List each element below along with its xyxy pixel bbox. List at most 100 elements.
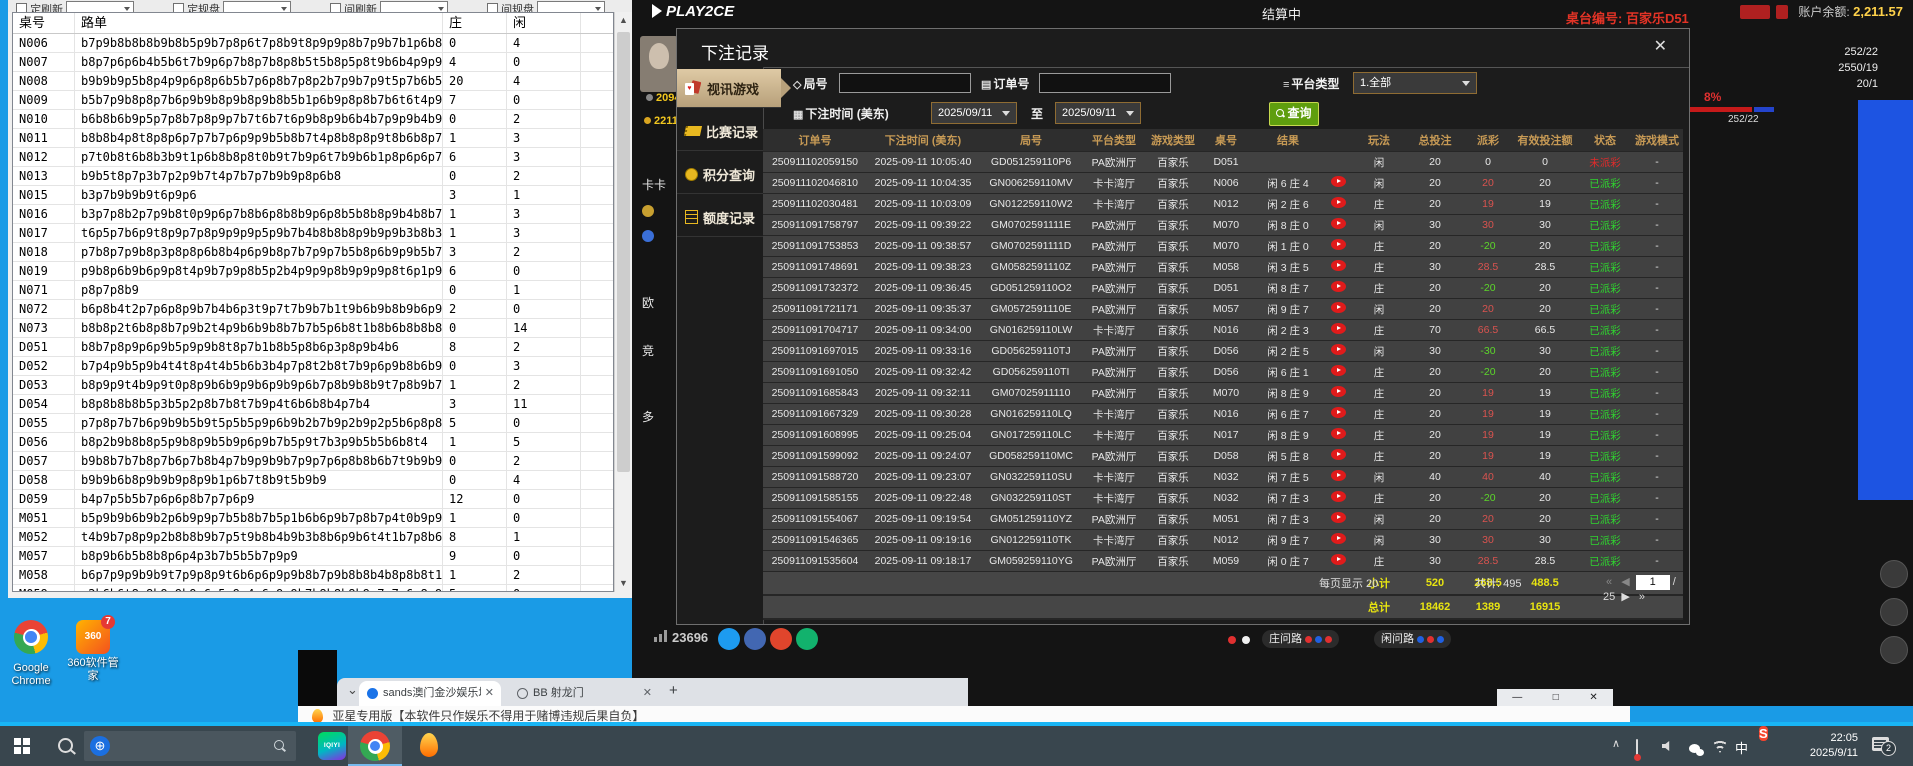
bet-record-row[interactable]: 250911091667329 2025-09-11 09:30:28 GN01… [763,404,1683,425]
road-row[interactable]: N072 b6p8b4t2p7p6p8p9b7b4b6p3t9p7t7b9b7b… [13,300,613,319]
road-row[interactable]: N017 t6p5p7b6p9t8p9p7p8p9p9p9p5p9b7b4b8b… [13,224,613,243]
replay-icon[interactable] [1331,428,1346,439]
taskbar-search-box[interactable]: ⊕ [84,731,296,761]
replay-icon[interactable] [1331,491,1346,502]
bet-record-row[interactable]: 250911091704717 2025-09-11 09:34:00 GN01… [763,320,1683,341]
dropdown[interactable] [537,1,605,12]
replay-icon[interactable] [1331,554,1346,565]
taskbar-flame-app[interactable] [402,726,456,766]
close-tab-icon[interactable]: ✕ [643,681,652,706]
bet-record-row[interactable]: 250911091748691 2025-09-11 09:38:23 GM05… [763,257,1683,278]
road-row[interactable]: D057 b9b8b7b7b8p7b6p7b8b4p7b9p9b9b7p9p7p… [13,452,613,471]
road-row[interactable]: D052 b7p4p9b5p9b4t4t8p4t4b5b6b3b4p7p8t2b… [13,357,613,376]
bet-record-row[interactable]: 250911091535604 2025-09-11 09:18:17 GM05… [763,551,1683,572]
replay-icon[interactable] [1331,176,1346,187]
road-row[interactable]: N073 b8b8p2t6b8p8b7p9b2t4p9b6b9b8b7b7b5p… [13,319,613,338]
replay-icon[interactable] [1331,281,1346,292]
bet-record-row[interactable]: 250911102030481 2025-09-11 10:03:09 GN01… [763,194,1683,215]
bet-record-row[interactable]: 250911091588720 2025-09-11 09:23:07 GN03… [763,467,1683,488]
next-page-button[interactable]: ▶ [1621,591,1629,603]
lobby-menu-item[interactable]: 竞 [642,342,676,359]
replay-icon[interactable] [1331,302,1346,313]
lobby-menu-item[interactable]: 卡卡 [642,176,676,193]
road-row[interactable]: D055 p7p8p7b7b6p9b9b5b9t5p5b5p9p6b9b2b7b… [13,414,613,433]
road-row[interactable]: N018 p7b8p7p9b8p3p8p8p6b8b4p6p9b8p7b7p9p… [13,243,613,262]
close-tab-icon[interactable]: ✕ [485,681,494,706]
bet-record-row[interactable]: 250911091554067 2025-09-11 09:19:54 GM05… [763,509,1683,530]
replay-icon[interactable] [1331,239,1346,250]
bet-record-row[interactable]: 250911091546365 2025-09-11 09:19:16 GN01… [763,530,1683,551]
side-tool-icon[interactable] [1880,598,1908,626]
checkbox[interactable] [487,3,498,12]
start-button[interactable] [14,738,30,754]
menu-icon[interactable] [642,230,654,242]
replay-icon[interactable] [1331,512,1346,523]
trophy-icon[interactable] [642,205,654,217]
bet-record-row[interactable]: 250911102046810 2025-09-11 10:04:35 GN00… [763,173,1683,194]
toolbar-group[interactable]: 定规盘 [173,1,291,12]
bet-record-row[interactable]: 250911091753853 2025-09-11 09:38:57 GM07… [763,236,1683,257]
date-to-select[interactable]: 2025/09/11 [1055,102,1141,124]
road-row[interactable]: M057 b8p9b6b5b8b8p6p4p3b7b5b5b7p9p9 9 0 [13,547,613,566]
replay-icon[interactable] [1331,386,1346,397]
replay-icon[interactable] [1331,470,1346,481]
search-button[interactable]: 查询 [1269,102,1319,126]
prev-page-button[interactable]: ◀ [1621,576,1629,588]
bet-record-row[interactable]: 250911091758797 2025-09-11 09:39:22 GM07… [763,215,1683,236]
page-input[interactable]: 1 [1636,575,1670,590]
road-row[interactable]: D059 b4p7p5b5b7p6p6p8b7p7p6p9 12 0 [13,490,613,509]
road-row[interactable]: M058 b6p7p9p9b9b9t7p9p8p9t6b6p6p9p9b8b7p… [13,566,613,585]
browser-tab-inactive[interactable]: BB 射龙门 ✕ [509,681,659,706]
bet-record-row[interactable]: 250911091608995 2025-09-11 09:25:04 GN01… [763,425,1683,446]
lobby-menu-item[interactable]: 多 [642,408,676,425]
replay-icon[interactable] [1331,449,1346,460]
platform-select[interactable]: 1.全部 [1353,72,1477,94]
bet-record-row[interactable]: 250911091721171 2025-09-11 09:35:37 GM05… [763,299,1683,320]
browser-tab-active[interactable]: sands澳门金沙娱乐场 ✕ [359,681,501,706]
road-row[interactable]: N006 b7p9b8b8b8b9b8b5p9b7p8p6t7p8b9t8p9p… [13,34,613,53]
road-row[interactable]: N071 p8p7p8b9 0 1 [13,281,613,300]
round-input[interactable] [839,73,971,93]
replay-icon[interactable] [1331,323,1346,334]
toolbar-group[interactable]: 定刷新 [16,1,134,12]
road-row[interactable]: N016 b3p7p8b2p7p9b8t0p9p6p7b8b6p8b8b9p6p… [13,205,613,224]
bet-record-row[interactable]: 250911091599092 2025-09-11 09:24:07 GD05… [763,446,1683,467]
toolbar-group[interactable]: 间刷新 [330,1,448,12]
desktop-icon-chrome[interactable]: Google Chrome [0,620,62,688]
scroll-thumb[interactable] [617,32,630,472]
road-row[interactable]: D054 b8p8b8b8b5p3b5p2p8b7b8t7b9p4t6b6b8b… [13,395,613,414]
dropdown[interactable] [380,1,448,12]
action-center-icon[interactable]: 2 [1872,737,1889,751]
last-page-button[interactable]: » [1639,591,1645,603]
bet-record-row[interactable]: 250911091691050 2025-09-11 09:32:42 GD05… [763,362,1683,383]
replay-icon[interactable] [1331,197,1346,208]
tab-credit-records[interactable]: 额度记录 [677,198,763,237]
social-icon-3[interactable] [770,628,792,650]
banker-road-chip[interactable]: 庄问路 [1262,630,1339,648]
order-input[interactable] [1039,73,1171,93]
wifi-icon[interactable] [1712,740,1728,753]
scroll-down-icon[interactable]: ▼ [615,575,632,592]
road-row[interactable]: D051 b8b7p8p9p6p9b5p9p9b8t8p7b1b8b5p8b6p… [13,338,613,357]
side-tool-icon[interactable] [1880,560,1908,588]
social-icon-2[interactable] [744,628,766,650]
desktop-icon-360[interactable]: 3607 360软件管家 [62,620,124,683]
road-row[interactable]: N012 p7t0b8t6b8b3b9t1p6b8b8p8t0b9t7b9p6t… [13,148,613,167]
bet-record-row[interactable]: 250911091685843 2025-09-11 09:32:11 GM07… [763,383,1683,404]
bet-record-row[interactable]: 250911091732372 2025-09-11 09:36:45 GD05… [763,278,1683,299]
taskbar-search-icon[interactable] [58,738,73,753]
ime-indicator[interactable]: 中 [1735,738,1748,757]
toolbar-group[interactable]: 间规盘 [487,1,605,12]
tray-expand-icon[interactable]: ∧ [1612,737,1620,750]
scroll-up-icon[interactable]: ▲ [615,12,632,29]
minimize-icon[interactable]: — [1512,692,1522,703]
dropdown[interactable] [223,1,291,12]
road-row[interactable]: N015 b3p7b9b9b9t6p9p6 3 1 [13,186,613,205]
scrollbar[interactable]: ▲ ▼ [614,12,632,592]
volume-icon[interactable] [1662,741,1674,751]
road-row[interactable]: N011 b8b8b4p8t8p8p6p7p7b7p6p9p9b5b8b7t4p… [13,129,613,148]
taskbar-clock[interactable]: 22:05 2025/9/11 [1788,731,1858,761]
road-row[interactable]: D053 b8p9p9t4b9p9t0p8p9b6b9p9b6p9b9p6b7p… [13,376,613,395]
replay-icon[interactable] [1331,344,1346,355]
road-row[interactable]: N008 b9b9b9p5b8p4p9p6p8p6b5b7p6p8b7p8p2b… [13,72,613,91]
